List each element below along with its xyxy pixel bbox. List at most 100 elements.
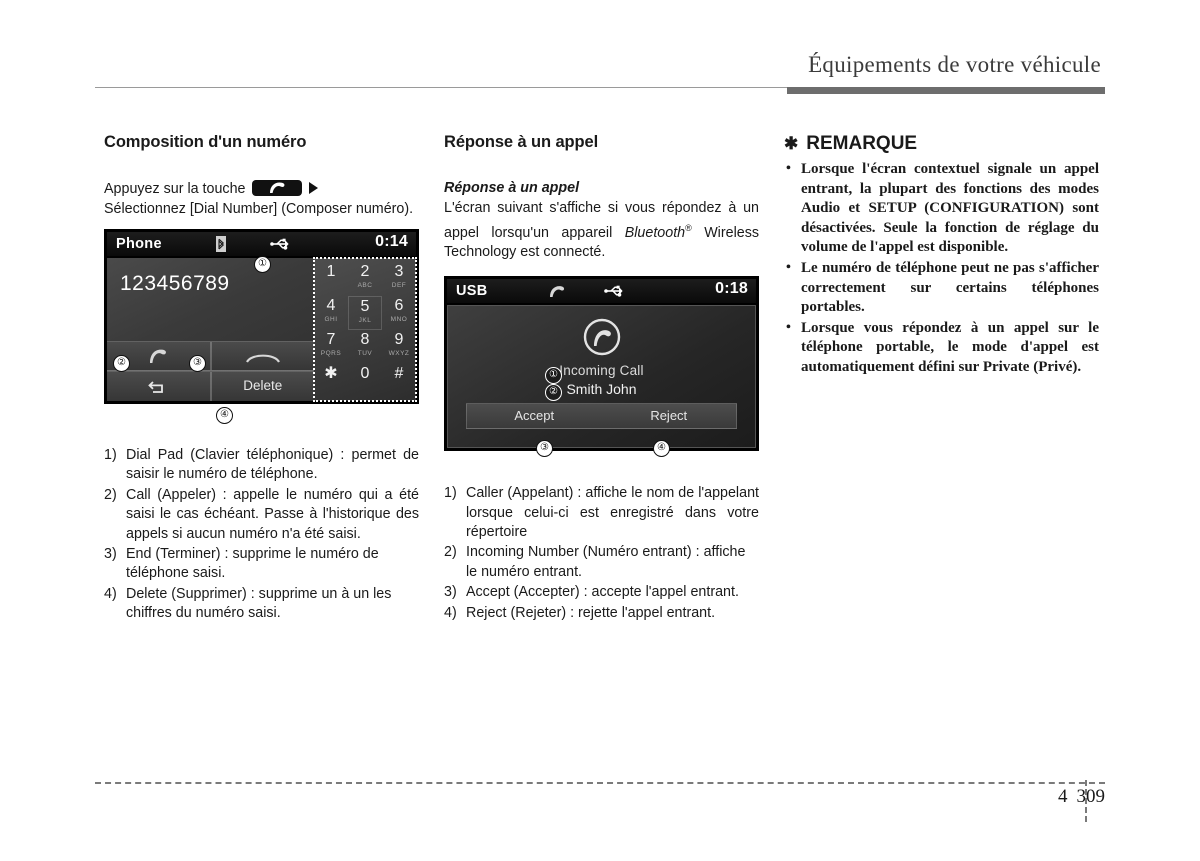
list-item-text: Le numéro de téléphone peut ne pas s'aff…	[801, 259, 1099, 316]
list-item-text: Lorsque vous répondez à un appel sur le …	[801, 319, 1099, 375]
remarque-heading: ✱ REMARQUE	[784, 133, 1099, 155]
list-item: 4) Delete (Supprimer) : supprime un à un…	[104, 585, 419, 624]
remarque-list: Lorsque l'écran contextuel signale un ap…	[784, 159, 1099, 378]
call-action-bar: Accept Reject	[466, 403, 737, 430]
list-item-text: Accept (Accepter) : accepte l'appel entr…	[466, 584, 739, 601]
phone-screen-body: 123456789 Delete 1 2 ABC 3 DEF 4 GHI 5 J…	[107, 257, 417, 402]
incoming-call-label: Incoming Call	[559, 363, 644, 379]
footer-vertical-divider	[1085, 780, 1087, 822]
dial-key-letters: ABC	[357, 282, 373, 289]
dial-key-letters: JKL	[358, 317, 372, 324]
callout-3: ③	[536, 440, 553, 458]
registered-mark: ®	[685, 222, 692, 233]
phone-dial-screen: Phone 0:14 123456789 Delete 1 2 ABC 3 DE…	[104, 229, 419, 424]
list-item-text: Incoming Number (Numéro entrant) : affic…	[466, 544, 746, 580]
end-call-button[interactable]	[210, 341, 314, 371]
dial-key-hash[interactable]: #	[382, 364, 416, 398]
usb-icon	[270, 237, 290, 256]
callout-2: ②	[113, 355, 130, 372]
call-handset-icon	[547, 284, 567, 303]
list-item-number: 1)	[444, 485, 457, 502]
right-column: ✱ REMARQUE Lorsque l'écran contextuel si…	[784, 133, 1099, 379]
dial-key-digit: 7	[326, 331, 336, 348]
header-rule-thick	[787, 87, 1105, 94]
list-item-text: Call (Appeler) : appelle le numéro qui a…	[126, 486, 419, 542]
list-item: 3) End (Terminer) : supprime le numéro d…	[104, 545, 419, 584]
dial-key-3[interactable]: 3 DEF	[382, 262, 416, 296]
dial-key-0[interactable]: 0	[348, 364, 382, 398]
middle-intro-paragraph: L'écran suivant s'affiche si vous répond…	[444, 199, 759, 262]
page-title: Équipements de votre véhicule	[808, 52, 1101, 77]
dial-key-2[interactable]: 2 ABC	[348, 262, 382, 296]
dial-key-letters: MNO	[390, 316, 408, 323]
dial-key-letters: DEF	[391, 282, 407, 289]
incoming-call-screen: USB 0:18 Incoming Call Smith John Accept…	[444, 276, 759, 458]
usb-icon	[604, 284, 624, 303]
list-item-number: 4)	[104, 585, 117, 602]
usb-status-bar: USB 0:18	[447, 279, 756, 304]
list-item-number: 2)	[444, 544, 457, 561]
reject-button[interactable]: Reject	[602, 404, 737, 428]
header-rule	[95, 87, 1105, 94]
dial-key-letters: WXYZ	[388, 350, 410, 357]
list-item-number: 4)	[444, 604, 457, 621]
list-item-text: End (Terminer) : supprime le numéro de t…	[126, 546, 379, 582]
dial-key-5[interactable]: 5 JKL	[348, 296, 382, 330]
list-item-text: Caller (Appelant) : affiche le nom de l'…	[466, 485, 759, 541]
dial-key-8[interactable]: 8 TUV	[348, 330, 382, 364]
list-item: Le numéro de téléphone peut ne pas s'aff…	[784, 258, 1099, 318]
callout-1: ①	[254, 256, 271, 273]
entered-number-display: 123456789	[120, 272, 230, 295]
caller-name: Smith John	[566, 381, 637, 398]
back-button[interactable]	[107, 371, 211, 401]
dial-key-digit: 1	[326, 263, 336, 280]
remarque-title: REMARQUE	[806, 133, 918, 154]
callout-4: ④	[216, 407, 233, 424]
accept-button[interactable]: Accept	[467, 404, 602, 428]
dial-key-4[interactable]: 4 GHI	[314, 296, 348, 330]
page-header: Équipements de votre véhicule	[95, 52, 1105, 94]
callout-4: ④	[653, 440, 670, 458]
bluetooth-wordmark: Bluetooth	[624, 224, 686, 241]
dial-key-digit: 4	[326, 297, 336, 314]
dial-key-6[interactable]: 6 MNO	[382, 296, 416, 330]
dial-key-digit: #	[394, 365, 404, 382]
middle-section-title: Réponse à un appel	[444, 133, 599, 151]
phone-clock: 0:14	[375, 233, 408, 250]
dial-key-star[interactable]: ✱	[314, 364, 348, 398]
list-item-text: Reject (Rejeter) : rejette l'appel entra…	[466, 604, 716, 621]
list-item: Lorsque vous répondez à un appel sur le …	[784, 318, 1099, 378]
phone-source-label: Phone	[116, 236, 162, 252]
dial-pad[interactable]: 1 2 ABC 3 DEF 4 GHI 5 JKL 6 MNO 7 PQRS 8…	[313, 257, 417, 402]
list-item: 3) Accept (Accepter) : accepte l'appel e…	[444, 583, 759, 602]
dial-key-digit: 8	[360, 331, 370, 348]
left-intro-paragraph: Appuyez sur la touche Sélectionnez [Dial…	[104, 180, 419, 219]
incoming-call-circle-icon	[582, 317, 622, 362]
dial-key-digit: 9	[394, 331, 404, 348]
dial-key-9[interactable]: 9 WXYZ	[382, 330, 416, 364]
dial-key-1[interactable]: 1	[314, 262, 348, 296]
list-item-text: Lorsque l'écran contextuel signale un ap…	[801, 161, 1099, 256]
list-item: 2) Incoming Number (Numéro entrant) : af…	[444, 543, 759, 582]
footer-page-number: 4 309	[1058, 780, 1105, 822]
list-item-number: 2)	[104, 486, 117, 503]
dial-key-7[interactable]: 7 PQRS	[314, 330, 348, 364]
middle-column: Réponse à un appel Réponse à un appel L'…	[444, 133, 759, 624]
delete-button-label: Delete	[243, 378, 283, 393]
dial-key-letters: PQRS	[320, 350, 342, 357]
delete-button[interactable]: Delete	[210, 371, 314, 401]
list-item-number: 3)	[444, 584, 457, 601]
left-intro-text-a: Appuyez sur la touche	[104, 181, 246, 197]
list-item-number: 3)	[104, 546, 117, 563]
dial-key-digit: 0	[360, 365, 370, 382]
usb-clock: 0:18	[715, 280, 748, 298]
left-numbered-list: 1) Dial Pad (Clavier téléphonique) : per…	[104, 446, 419, 624]
list-item: 2) Call (Appeler) : appelle le numéro qu…	[104, 486, 419, 544]
usb-source-label: USB	[456, 283, 488, 300]
list-item: 4) Reject (Rejeter) : rejette l'appel en…	[444, 604, 759, 623]
dial-key-digit: 5	[360, 298, 370, 315]
callout-3: ③	[189, 355, 206, 372]
list-item-number: 1)	[104, 447, 117, 463]
phone-button-grid: Delete	[107, 341, 314, 401]
list-item: Lorsque l'écran contextuel signale un ap…	[784, 159, 1099, 258]
